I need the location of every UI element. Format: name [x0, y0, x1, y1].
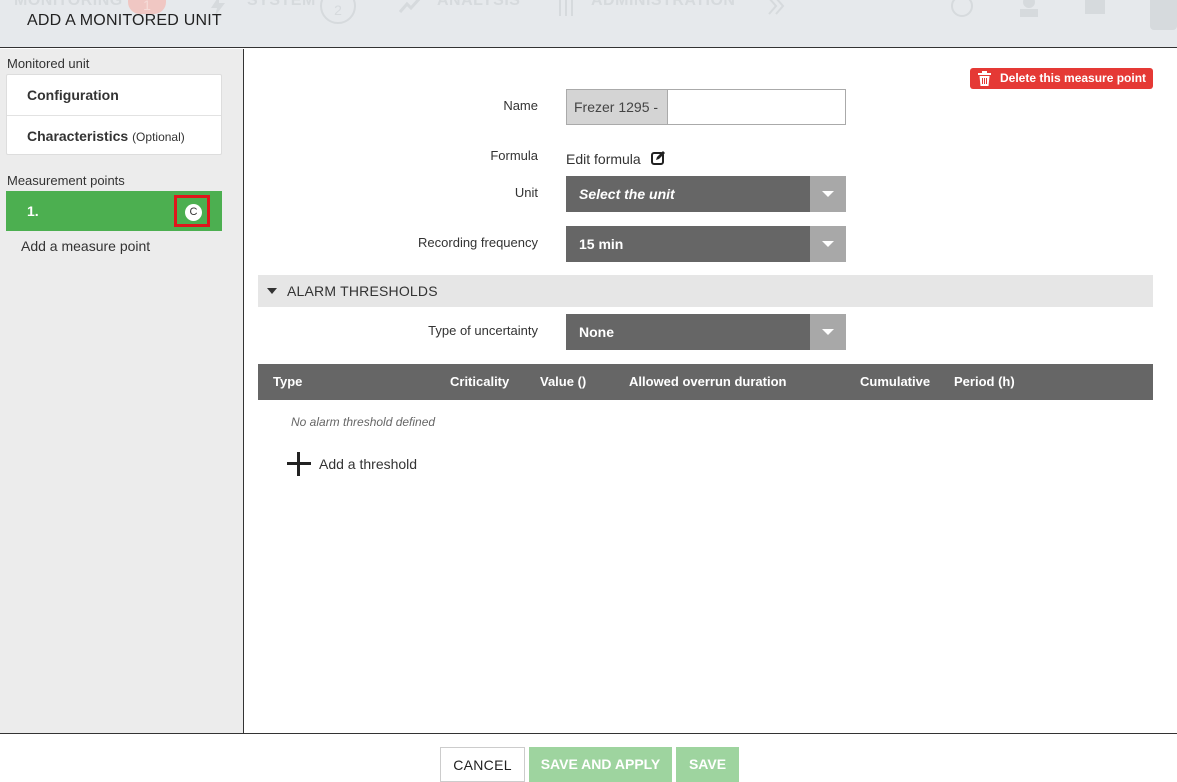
optional-tag: (Optional) [132, 130, 185, 144]
delete-label: Delete this measure point [1000, 71, 1147, 85]
unit-select-value: Select the unit [579, 186, 675, 202]
chevron-down-icon [810, 314, 846, 350]
plus-icon [287, 452, 311, 476]
name-label: Name [503, 98, 538, 113]
measure-point-badge-highlight[interactable]: C [174, 195, 210, 227]
modal-footer: CANCEL SAVE AND APPLY SAVE [0, 733, 1177, 782]
measure-point-badge: C [185, 204, 202, 221]
column-allowed-overrun-duration: Allowed overrun duration [629, 374, 787, 389]
nav-monitoring: MONITORING [14, 0, 123, 9]
uncertainty-select-value: None [579, 324, 614, 340]
add-measure-point-link[interactable]: Add a measure point [21, 238, 150, 254]
column-type: Type [273, 374, 303, 389]
trend-icon [398, 0, 421, 13]
system-badge: 2 [320, 0, 356, 24]
measure-point-form: Delete this measure point Name Frezer 12… [245, 49, 1177, 733]
clock-icon [951, 0, 973, 17]
sidebar-item-configuration[interactable]: Configuration [7, 75, 221, 115]
user-icon [1020, 0, 1038, 17]
edit-formula-link[interactable]: Edit formula [566, 149, 667, 167]
recording-frequency-label: Recording frequency [418, 235, 538, 250]
name-field: Frezer 1295 - [566, 89, 846, 125]
chevron-down-icon [810, 176, 846, 212]
column-value: Value () [540, 374, 587, 389]
sidebar-item-label: Characteristics [27, 128, 129, 144]
trash-icon [978, 71, 991, 86]
alarm-thresholds-heading: ALARM THRESHOLDS [287, 283, 438, 299]
nav-system: SYSTEM [247, 0, 316, 9]
edit-icon [649, 150, 666, 166]
caret-down-icon [267, 288, 277, 294]
settings-icon [1150, 0, 1177, 30]
unit-select[interactable]: Select the unit [566, 176, 846, 212]
name-input[interactable] [669, 90, 845, 124]
monitored-unit-heading: Monitored unit [7, 56, 90, 71]
edit-formula-label: Edit formula [566, 151, 641, 167]
sidebar: Monitored unit Configuration Characteris… [0, 49, 244, 733]
monitored-unit-nav: Configuration Characteristics (Optional) [6, 74, 222, 155]
double-chevron-right-icon [768, 0, 785, 15]
sidebar-item-measure-point-1[interactable]: 1. C [6, 191, 222, 231]
sidebar-item-label: Configuration [27, 87, 119, 103]
formula-label: Formula [490, 148, 538, 163]
add-threshold-button[interactable]: Add a threshold [287, 452, 417, 476]
empty-thresholds-message: No alarm threshold defined [291, 415, 436, 429]
column-cumulative: Cumulative [860, 374, 931, 389]
app-top-bar: MONITORING 1 SYSTEM 2 ANALYSIS ADMINISTR… [0, 0, 1177, 48]
mail-icon [1085, 0, 1105, 14]
save-and-apply-button[interactable]: SAVE AND APPLY [529, 747, 672, 782]
sliders-icon [559, 0, 573, 16]
uncertainty-label: Type of uncertainty [428, 323, 538, 338]
column-period: Period (h) [954, 374, 1015, 389]
frequency-select-value: 15 min [579, 236, 624, 252]
measurement-points-heading: Measurement points [7, 173, 125, 188]
modal-title: ADD A MONITORED UNIT [27, 12, 222, 29]
cancel-button[interactable]: CANCEL [440, 747, 525, 782]
measure-point-label: 1. [27, 203, 39, 219]
sidebar-item-characteristics[interactable]: Characteristics (Optional) [7, 115, 221, 155]
column-criticality: Criticality [450, 374, 510, 389]
unit-label: Unit [514, 185, 538, 200]
thresholds-table-header: Type Criticality Value () Allowed overru… [258, 364, 1153, 400]
nav-analysis: ANALYSIS [437, 0, 521, 9]
uncertainty-select[interactable]: None [566, 314, 846, 350]
save-button[interactable]: SAVE [676, 747, 739, 782]
chevron-down-icon [810, 226, 846, 262]
nav-administration: ADMINISTRATION [591, 0, 736, 9]
alarm-thresholds-section-toggle[interactable]: ALARM THRESHOLDS [258, 275, 1153, 307]
name-prefix: Frezer 1295 - [567, 90, 668, 124]
recording-frequency-select[interactable]: 15 min [566, 226, 846, 262]
delete-measure-point-button[interactable]: Delete this measure point [970, 68, 1153, 89]
add-threshold-label: Add a threshold [319, 456, 418, 472]
